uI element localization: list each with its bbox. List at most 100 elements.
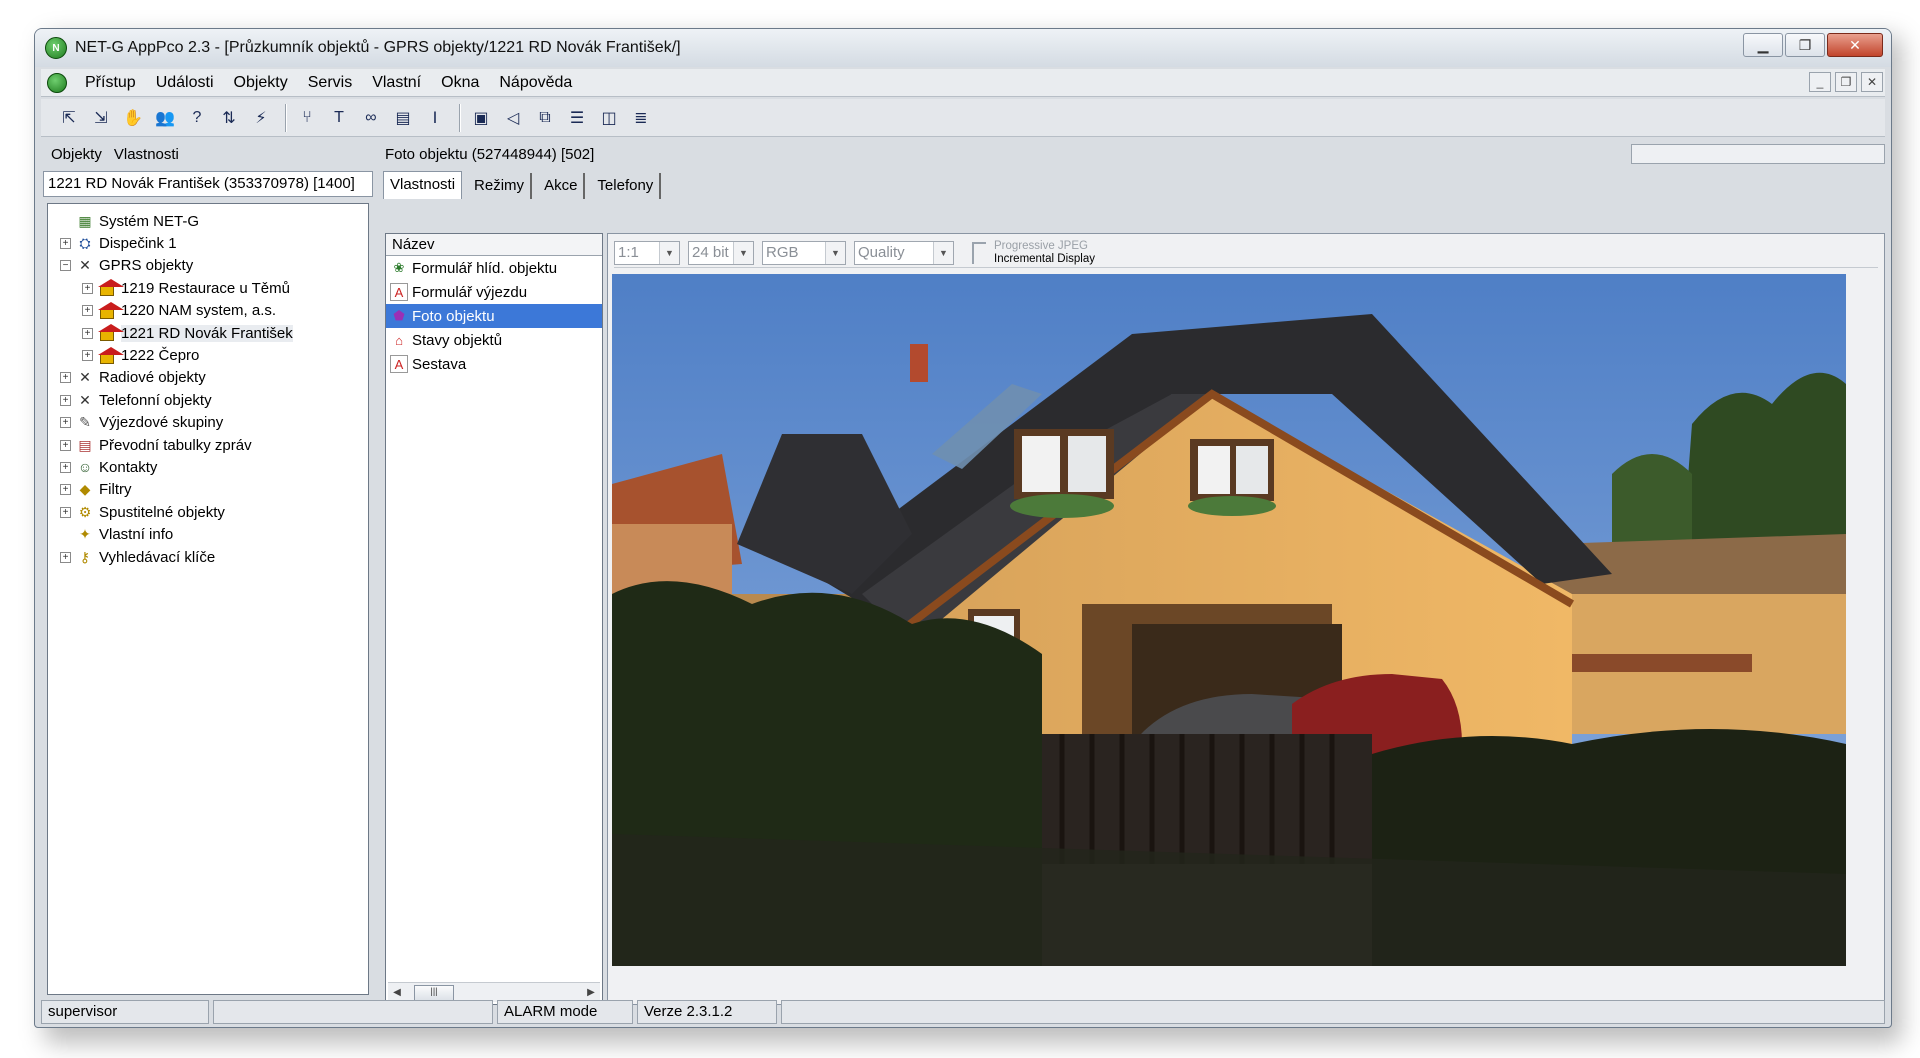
tab-vlastnosti[interactable]: Vlastnosti (383, 171, 463, 199)
expand-icon[interactable]: + (60, 461, 71, 473)
title-bar[interactable]: N NET-G AppPco 2.3 - [Průzkumník objektů… (35, 29, 1891, 67)
tree-item-1222[interactable]: + 1222 Čepro (48, 344, 368, 366)
dropdown-arrow-icon: ▼ (933, 241, 953, 264)
mdi-close-button[interactable]: ✕ (1861, 72, 1883, 92)
list-item-states[interactable]: ⌂ Stavy objektů (386, 328, 602, 352)
dropdown-arrow-icon: ▼ (659, 241, 679, 264)
tree-item-info[interactable]: ✦ Vlastní info (48, 523, 368, 545)
tree-item-tables[interactable]: + ▤ Převodní tabulky zpráv (48, 434, 368, 456)
expand-icon[interactable]: + (60, 506, 71, 518)
list-icon[interactable]: ≣ (627, 104, 655, 132)
tree-item-1220[interactable]: + 1220 NAM system, a.s. (48, 300, 368, 322)
toolbar-separator (459, 103, 461, 132)
list-item-form-guard[interactable]: ❀ Formulář hlíd. objektu (386, 256, 602, 280)
house-icon (97, 346, 124, 365)
collapse-icon[interactable]: − (60, 260, 71, 272)
form-guard-icon: ❀ (393, 260, 405, 275)
tree-item-filters[interactable]: + ◆ Filtry (48, 479, 368, 501)
text-icon[interactable]: T (325, 104, 353, 132)
speaker-icon[interactable]: ◁ (499, 104, 527, 132)
tree-item-groups[interactable]: + ✎ Výjezdové skupiny (48, 412, 368, 434)
list-item-photo[interactable]: ⬟ Foto objektu (386, 304, 602, 328)
expand-icon[interactable]: + (82, 350, 93, 362)
help-icon[interactable]: ? (183, 104, 211, 132)
zoom-select[interactable]: 1:1 ▼ (614, 240, 680, 265)
mdi-minimize-button[interactable]: _ (1809, 72, 1831, 92)
tree-item-contacts[interactable]: + ☺ Kontakty (48, 456, 368, 478)
tree-item-gprs[interactable]: − ✕ GPRS objekty (48, 255, 368, 277)
status-bar: supervisor ALARM mode Verze 2.3.1.2 (41, 999, 1885, 1025)
hand-icon[interactable]: ✋ (119, 104, 147, 132)
objects-tab[interactable]: Objekty (51, 146, 102, 163)
expand-icon[interactable]: + (82, 305, 93, 317)
progressive-label: Progressive JPEG (994, 239, 1088, 252)
form-icon: A (390, 283, 408, 301)
menu-app-icon[interactable] (47, 72, 67, 93)
status-version: Verze 2.3.1.2 (637, 1000, 777, 1024)
logout-icon[interactable]: ⇲ (87, 104, 115, 132)
tree-item-dispecink[interactable]: + ⛭ Dispečink 1 (48, 232, 368, 254)
expand-icon[interactable]: + (60, 551, 71, 563)
people-icon[interactable]: 👥 (151, 104, 179, 132)
status-filler (781, 1000, 1885, 1024)
expand-icon[interactable]: + (60, 417, 71, 429)
progressive-checkbox[interactable] (972, 241, 986, 264)
tab-strip: Vlastnosti Režimy Akce Telefony (383, 171, 667, 199)
tree-item-phone[interactable]: + ✕ Telefonní objekty (48, 389, 368, 411)
tree-item-executables[interactable]: + ⚙ Spustitelné objekty (48, 501, 368, 523)
tree-item-keys[interactable]: + ⚷ Vyhledávací klíče (48, 546, 368, 568)
tab-rezimy[interactable]: Režimy (468, 173, 533, 199)
list-item-form-exit[interactable]: A Formulář výjezdu (386, 280, 602, 304)
tree-icon[interactable]: ⑂ (293, 104, 321, 132)
photo-icon: ⬟ (393, 308, 405, 323)
expand-icon[interactable]: + (60, 394, 71, 406)
expand-icon[interactable]: + (60, 238, 71, 250)
jpeg-options: Progressive JPEG Incremental Display (972, 240, 1095, 266)
list-column-header[interactable]: Název (386, 234, 602, 256)
expand-icon[interactable]: + (60, 484, 71, 496)
expand-icon[interactable]: + (82, 282, 93, 294)
dropdown-arrow-icon: ▼ (825, 241, 845, 264)
menu-servis[interactable]: Servis (298, 74, 362, 92)
signal-icon[interactable]: ⚡ (247, 104, 275, 132)
arrows-icon[interactable]: ⇅ (215, 104, 243, 132)
menu-napoveda[interactable]: Nápověda (489, 74, 582, 92)
tree-item-radio[interactable]: + ✕ Radiové objekty (48, 367, 368, 389)
color-mode-select[interactable]: RGB ▼ (762, 240, 846, 265)
expand-icon[interactable]: + (60, 439, 71, 451)
properties-tab[interactable]: Vlastnosti (114, 146, 179, 163)
tree-item-1221[interactable]: + 1221 RD Novák František (48, 322, 368, 344)
split-vertical-icon[interactable]: ◫ (595, 104, 623, 132)
binoculars-icon[interactable]: ∞ (357, 104, 385, 132)
image-toolbar: 1:1 ▼ 24 bit ▼ RGB ▼ Quality ▼ Progressi… (614, 238, 1878, 268)
maximize-button[interactable]: ❐ (1785, 33, 1825, 57)
minimize-button[interactable]: ▁ (1743, 33, 1783, 57)
expand-icon[interactable]: + (60, 372, 71, 384)
expand-icon[interactable]: + (82, 327, 93, 339)
split-horizontal-icon[interactable]: ☰ (563, 104, 591, 132)
document-icon[interactable]: ▤ (389, 104, 417, 132)
tab-telefony[interactable]: Telefony (591, 173, 662, 199)
menu-okna[interactable]: Okna (431, 74, 489, 92)
status-mode: ALARM mode (497, 1000, 633, 1024)
quality-select[interactable]: Quality ▼ (854, 240, 954, 265)
login-icon[interactable]: ⇱ (55, 104, 83, 132)
menu-udalosti[interactable]: Události (146, 74, 224, 92)
close-button[interactable]: ✕ (1827, 33, 1883, 57)
objects-icon[interactable]: ▣ (467, 104, 495, 132)
menu-objekty[interactable]: Objekty (224, 74, 298, 92)
tab-akce[interactable]: Akce (538, 173, 586, 199)
dropdown-arrow-icon: ▼ (733, 241, 753, 264)
bit-depth-select[interactable]: 24 bit ▼ (688, 240, 754, 265)
status-empty (213, 1000, 493, 1024)
menu-vlastni[interactable]: Vlastní (362, 74, 431, 92)
tree-item-system[interactable]: ▦ Systém NET-G (48, 210, 368, 232)
object-explorer-panel: Objekty Vlastnosti 1221 RD Novák Františ… (41, 141, 377, 997)
menu-pristup[interactable]: Přístup (75, 74, 146, 92)
tree-item-1219[interactable]: + 1219 Restaurace u Těmů (48, 277, 368, 299)
cursor-icon[interactable]: Ⅰ (421, 104, 449, 132)
windows-icon[interactable]: ⧉ (531, 104, 559, 132)
house-photo (612, 274, 1846, 966)
list-item-report[interactable]: A Sestava (386, 352, 602, 376)
mdi-restore-button[interactable]: ❐ (1835, 72, 1857, 92)
